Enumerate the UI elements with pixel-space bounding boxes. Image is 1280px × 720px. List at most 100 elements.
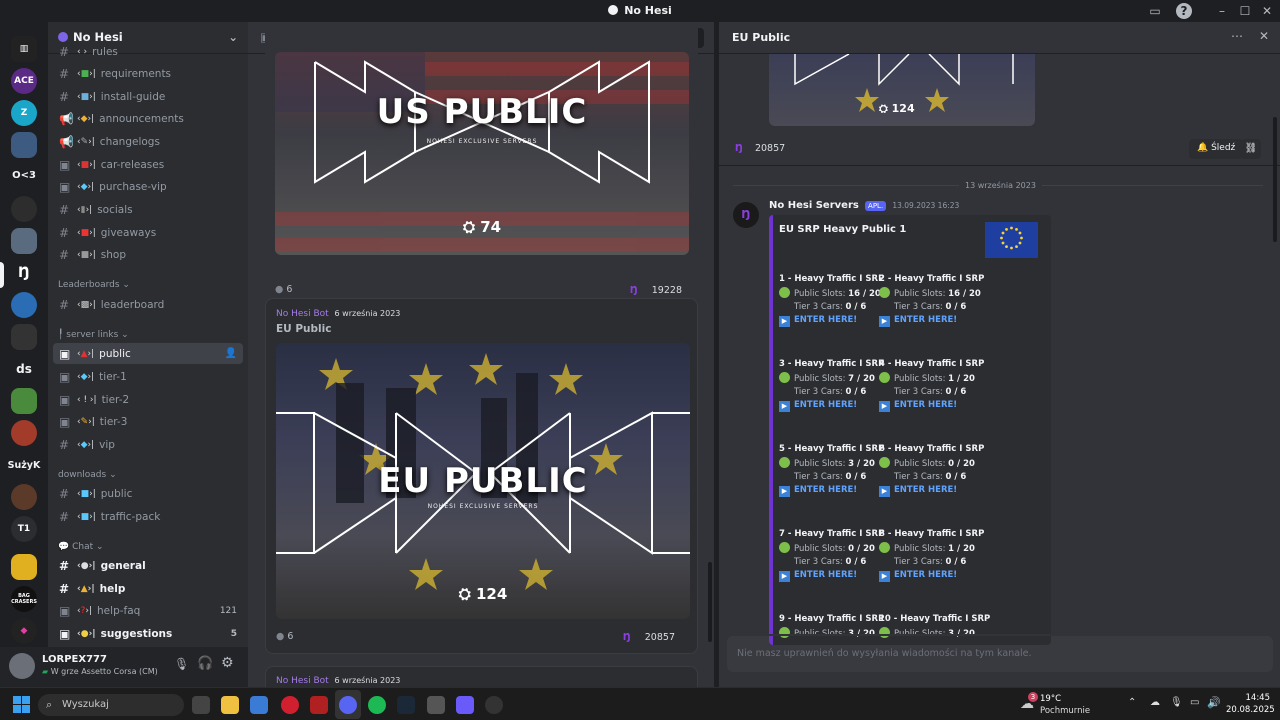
server-icon[interactable]	[11, 132, 37, 158]
spotify-icon[interactable]	[368, 696, 386, 714]
message-header: No Hesi Servers APL. 13.09.2023 16:23	[769, 200, 959, 211]
channel-install-guide[interactable]: # ‹■›| install-guide	[53, 86, 243, 107]
channel-general[interactable]: # ‹●›| general	[53, 555, 243, 576]
clock[interactable]: 14:45 20.08.2025	[1226, 692, 1275, 716]
scrollbar[interactable]	[708, 562, 712, 642]
volume-icon[interactable]: 🔊	[1207, 696, 1221, 709]
channel-tier-3[interactable]: ▣ ‹✎›| tier-3	[53, 411, 243, 432]
megaphone-icon: 📢	[59, 134, 74, 149]
more-options-icon[interactable]: ⋯	[1231, 29, 1243, 43]
enter-link[interactable]: ▶ ENTER HERE!	[779, 485, 884, 497]
enter-link[interactable]: ▶ ENTER HERE!	[779, 570, 884, 582]
server-icon[interactable]	[11, 292, 37, 318]
avatar[interactable]	[9, 653, 35, 679]
nohesi-server-icon[interactable]: Ŋ	[11, 260, 37, 286]
category-downloads[interactable]: downloads ⌄	[58, 470, 117, 480]
help-icon[interactable]: ?	[1176, 3, 1192, 19]
file-explorer-icon[interactable]	[221, 696, 239, 714]
thread-scrollbar[interactable]	[1273, 117, 1277, 242]
category-leaderboards[interactable]: Leaderboards ⌄	[58, 280, 130, 290]
channel-announcements[interactable]: 📢 ‹◆›| announcements	[53, 108, 243, 129]
microphone-icon[interactable]: 🎙	[174, 657, 189, 671]
enter-link[interactable]: ▶ ENTER HERE!	[779, 315, 884, 327]
channel-tier-1[interactable]: ▣ ‹◆›| tier-1	[53, 366, 243, 387]
channel-rules[interactable]: # ‹ › rules	[53, 41, 243, 62]
store-icon[interactable]	[250, 696, 268, 714]
tray-icon[interactable]: ☁	[1150, 697, 1160, 708]
steam-icon[interactable]	[397, 696, 415, 714]
forum-post-card[interactable]: No Hesi Bot 6 września 2023	[265, 666, 698, 687]
server-text-item[interactable]: O<3	[4, 170, 44, 181]
enter-link[interactable]: ▶ ENTER HERE!	[779, 400, 884, 412]
racing-app-icon[interactable]	[310, 696, 328, 714]
channel-leaderboard[interactable]: # ‹▩›| leaderboard	[53, 294, 243, 315]
server-text-item[interactable]: SużyK	[4, 460, 44, 471]
enter-link[interactable]: ▶ ENTER HERE!	[879, 400, 984, 412]
app-icon[interactable]	[456, 696, 474, 714]
add-member-icon[interactable]: 👤	[225, 348, 237, 359]
server-icon[interactable]: ◆	[11, 618, 37, 644]
server-icon[interactable]	[11, 324, 37, 350]
channel-help[interactable]: # ‹▲›| help	[53, 578, 243, 599]
server-icon[interactable]	[11, 228, 37, 254]
channel-purchase-vip[interactable]: ▣ ‹◆›| purchase-vip	[53, 176, 243, 197]
discord-icon[interactable]	[339, 696, 357, 714]
follow-button[interactable]: 🔔 Śledź	[1189, 139, 1244, 159]
channel-socials[interactable]: # ‹▮›| socials	[53, 199, 243, 220]
server-icon[interactable]: ACE	[11, 68, 37, 94]
channel-vip[interactable]: # ‹◆›| vip	[53, 434, 243, 455]
channel-suggestions[interactable]: ▣ ‹●›| suggestions 5	[53, 623, 243, 644]
server-icon[interactable]: ▥	[11, 36, 37, 62]
channel-tier-2[interactable]: ▣ ‹ ! ›| tier-2	[53, 389, 243, 410]
enter-link[interactable]: ▶ ENTER HERE!	[879, 570, 984, 582]
copy-link-button[interactable]: ⛓	[1241, 139, 1261, 159]
inbox-icon[interactable]: ▭	[1147, 3, 1163, 19]
channel-shop[interactable]: # ‹■›| shop	[53, 244, 243, 265]
taskbar-search[interactable]: ⌕ Wyszukaj	[38, 694, 184, 716]
microphone-tray-icon[interactable]: 🎙	[1170, 697, 1183, 708]
gear-icon[interactable]: ⚙	[221, 655, 234, 671]
channel-public[interactable]: ▣ ‹▲›| public 👤	[53, 343, 243, 364]
minimize-button[interactable]: –	[1214, 3, 1230, 19]
opera-icon[interactable]	[281, 696, 299, 714]
server-icon[interactable]	[11, 484, 37, 510]
maximize-button[interactable]: ☐	[1237, 3, 1253, 19]
server-icon[interactable]	[11, 196, 37, 222]
server-icon[interactable]: Z	[11, 100, 37, 126]
server-text-item[interactable]: ds	[4, 362, 44, 376]
channel-giveaways[interactable]: # ‹■›| giveaways	[53, 222, 243, 243]
channel-requirements[interactable]: # ‹■›| requirements	[53, 63, 243, 84]
headphones-icon[interactable]: 🎧	[197, 656, 213, 671]
forum-post-card[interactable]: US PUBLIC NOHESI EXCLUSIVE SERVERS ⛭ 74 …	[265, 22, 698, 307]
category-chat[interactable]: 💬 Chat ⌄	[58, 542, 104, 552]
nohesi-logo-icon: Ŋ	[629, 285, 638, 296]
channel-help-faq[interactable]: ▣ ‹?›| help-faq 121	[53, 600, 243, 621]
hash-icon: #	[59, 202, 70, 217]
server-icon[interactable]	[11, 554, 37, 580]
channel-traffic-pack[interactable]: # ‹■›| traffic-pack	[53, 506, 243, 527]
chevron-up-icon[interactable]: ⌃	[1128, 697, 1136, 708]
weather-widget[interactable]: ☁ 3 19°C Pochmurnie	[1020, 692, 1100, 718]
close-button[interactable]: ✕	[1259, 3, 1275, 19]
hash-icon: #	[59, 437, 70, 452]
start-button[interactable]	[13, 696, 30, 713]
close-thread-button[interactable]: ✕	[1259, 29, 1269, 43]
server-icon[interactable]: T1	[11, 516, 37, 542]
channel-downloads-public[interactable]: # ‹■›| public	[53, 483, 243, 504]
avatar[interactable]: Ŋ	[733, 202, 759, 228]
server-icon[interactable]: BAG CRASERS	[11, 586, 37, 612]
channel-changelogs[interactable]: 📢 ‹✎›| changelogs	[53, 131, 243, 152]
forum-post-card[interactable]: No Hesi Bot 6 września 2023 EU Public EU…	[265, 298, 698, 654]
status-online-icon	[879, 627, 890, 638]
task-view-icon[interactable]	[192, 696, 210, 714]
app-icon[interactable]	[485, 696, 503, 714]
content-manager-icon[interactable]	[427, 696, 445, 714]
enter-link[interactable]: ▶ ENTER HERE!	[879, 485, 984, 497]
server-icon[interactable]	[11, 420, 37, 446]
category-server-links[interactable]: ╿ server links ⌄	[58, 330, 129, 340]
channel-car-releases[interactable]: ▣ ‹■›| car-releases	[53, 154, 243, 175]
network-icon[interactable]: ▭	[1190, 697, 1199, 708]
enter-link[interactable]: ▶ ENTER HERE!	[879, 315, 984, 327]
server-icon[interactable]	[11, 388, 37, 414]
window-title: No Hesi	[0, 4, 1280, 17]
